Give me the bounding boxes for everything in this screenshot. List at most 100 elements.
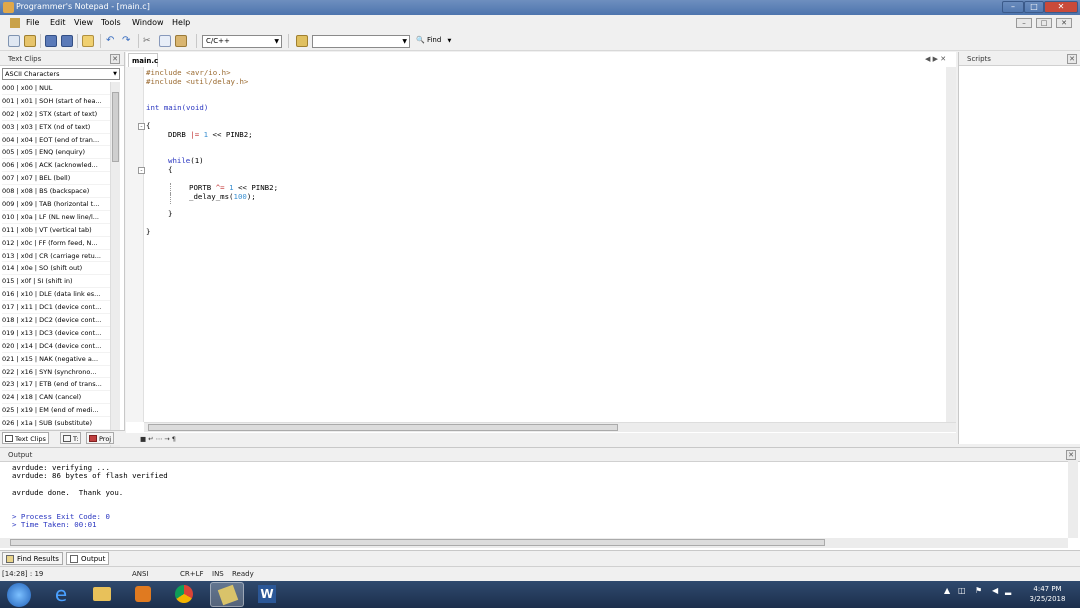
list-item[interactable]: 024 | x18 | CAN (cancel) xyxy=(2,391,110,405)
tab-projects[interactable]: Proj xyxy=(86,432,115,444)
flag-icon[interactable]: ⚑ xyxy=(975,586,982,595)
mdi-restore-button[interactable]: □ xyxy=(1036,18,1052,28)
list-item[interactable]: 012 | x0c | FF (form feed, N... xyxy=(2,237,110,250)
find-input[interactable]: ▼ xyxy=(312,35,410,48)
tab-tags[interactable]: T: xyxy=(60,432,82,444)
list-item[interactable]: 007 | x07 | BEL (bell) xyxy=(2,172,110,186)
list-item[interactable]: 023 | x17 | ETB (end of trans... xyxy=(2,378,110,392)
list-item[interactable]: 020 | x14 | DC4 (device cont... xyxy=(2,340,110,353)
list-item[interactable]: 002 | x02 | STX (start of text) xyxy=(2,108,110,121)
menu-file[interactable]: File xyxy=(26,18,39,27)
menu-help[interactable]: Help xyxy=(172,18,190,27)
minimize-button[interactable]: – xyxy=(1002,1,1024,13)
undo-icon[interactable]: ↶ xyxy=(106,35,118,47)
bottom-tabs: Find Results Output xyxy=(0,550,1080,566)
show-hidden-icons-icon[interactable]: ▲ xyxy=(944,586,950,595)
list-item[interactable]: 001 | x01 | SOH (start of hea... xyxy=(2,95,110,108)
list-item[interactable]: 021 | x15 | NAK (negative a... xyxy=(2,353,110,366)
list-item[interactable]: 004 | x04 | EOT (end of tran... xyxy=(2,134,110,147)
network-icon[interactable]: ◫ xyxy=(958,586,966,595)
volume-icon[interactable]: ◀ xyxy=(992,586,998,595)
code-line-include-delay: #include <util/delay.h> xyxy=(146,77,249,86)
scrollbar-thumb[interactable] xyxy=(148,424,618,431)
list-item[interactable]: 008 | x08 | BS (backspace) xyxy=(2,185,110,199)
list-item[interactable]: 015 | x0f | SI (shift in) xyxy=(2,275,110,289)
tab-main-c[interactable]: main.c xyxy=(128,53,158,67)
code-editor[interactable]: #include <avr/io.h> #include <util/delay… xyxy=(146,66,946,422)
chrome-icon[interactable] xyxy=(167,582,201,607)
tab-text-clips[interactable]: Text Clips xyxy=(2,432,49,444)
file-explorer-icon[interactable] xyxy=(85,582,119,607)
list-item[interactable]: 025 | x19 | EM (end of medi... xyxy=(2,404,110,418)
new-file-icon[interactable] xyxy=(8,35,20,47)
list-item[interactable]: 016 | x10 | DLE (data link es... xyxy=(2,288,110,302)
list-item[interactable]: 010 | x0a | LF (NL new line/l... xyxy=(2,211,110,224)
open-folder-icon[interactable] xyxy=(24,35,36,47)
save-icon[interactable] xyxy=(45,35,57,47)
redo-icon[interactable]: ↷ xyxy=(122,35,134,47)
toolbar-separator xyxy=(196,34,197,48)
editor-horizontal-scrollbar[interactable] xyxy=(144,422,956,432)
start-button[interactable] xyxy=(7,583,31,607)
scrollbar-thumb[interactable] xyxy=(10,539,825,546)
close-icon[interactable]: ✕ xyxy=(1066,450,1076,460)
scheme-select[interactable]: C/C++ ▼ xyxy=(202,35,282,48)
save-all-icon[interactable] xyxy=(61,35,73,47)
clips-icon[interactable] xyxy=(296,35,308,47)
scrollbar-thumb[interactable] xyxy=(112,92,119,162)
media-player-icon[interactable] xyxy=(126,582,160,607)
fold-marker-main[interactable]: - xyxy=(138,123,145,130)
list-item[interactable]: 026 | x1a | SUB (substitute) xyxy=(2,417,110,431)
menu-view[interactable]: View xyxy=(74,18,93,27)
tab-tags-label: T: xyxy=(73,435,79,443)
signal-icon[interactable]: ▂ xyxy=(1005,586,1011,595)
line-ending-status: CR+LF xyxy=(180,570,204,578)
clip-category-select[interactable]: ASCII Characters ▼ xyxy=(2,68,120,80)
toolbar-separator xyxy=(40,34,41,48)
close-icon[interactable]: ✕ xyxy=(110,54,120,64)
output-vertical-scrollbar[interactable] xyxy=(1068,460,1078,538)
copy-icon[interactable] xyxy=(159,35,171,47)
menu-window[interactable]: Window xyxy=(132,18,164,27)
list-item[interactable]: 018 | x12 | DC2 (device cont... xyxy=(2,314,110,327)
list-item[interactable]: 022 | x16 | SYN (synchrono... xyxy=(2,366,110,379)
editor-vertical-scrollbar[interactable] xyxy=(946,67,956,422)
cut-icon[interactable]: ✂ xyxy=(143,35,155,47)
list-item[interactable]: 013 | x0d | CR (carriage retu... xyxy=(2,250,110,263)
list-item[interactable]: 014 | x0e | SO (shift out) xyxy=(2,262,110,276)
output-horizontal-scrollbar[interactable] xyxy=(0,538,1068,548)
menu-edit[interactable]: Edit xyxy=(50,18,66,27)
scroll-right-icon[interactable]: ▶ xyxy=(933,55,938,63)
paste-icon[interactable] xyxy=(175,35,187,47)
code-number: 1 xyxy=(203,130,209,139)
word-icon[interactable]: W xyxy=(250,582,284,607)
internet-explorer-icon[interactable]: e xyxy=(44,582,78,607)
list-item[interactable]: 005 | x05 | ENQ (enquiry) xyxy=(2,146,110,160)
clip-list-scrollbar[interactable] xyxy=(110,82,120,479)
print-icon[interactable] xyxy=(82,35,94,47)
list-item[interactable]: 000 | x00 | NUL xyxy=(2,82,110,95)
mdi-close-button[interactable]: ✕ xyxy=(1056,18,1072,28)
find-button[interactable]: 🔍 Find ▼ xyxy=(416,36,451,44)
close-button[interactable]: ✕ xyxy=(1044,1,1078,13)
menu-tools[interactable]: Tools xyxy=(101,18,121,27)
list-item[interactable]: 019 | x13 | DC3 (device cont... xyxy=(2,327,110,340)
list-item[interactable]: 003 | x03 | ETX (nd of text) xyxy=(2,121,110,134)
clock[interactable]: 4:47 PM 3/25/2018 xyxy=(1020,584,1075,604)
close-icon[interactable]: ✕ xyxy=(1067,54,1077,64)
code-line-include-io: #include <avr/io.h> xyxy=(146,68,231,77)
programmers-notepad-taskbar-icon[interactable] xyxy=(210,582,244,607)
list-item[interactable]: 006 | x06 | ACK (acknowled... xyxy=(2,159,110,173)
tab-output[interactable]: Output xyxy=(66,552,110,565)
tab-find-results[interactable]: Find Results xyxy=(2,552,63,565)
mdi-minimize-button[interactable]: – xyxy=(1016,18,1032,28)
tab-text-clips-label: Text Clips xyxy=(15,435,46,443)
list-item[interactable]: 009 | x09 | TAB (horizontal t... xyxy=(2,198,110,211)
view-whitespace-icon[interactable]: ■ ↵ ⋯ → ¶ xyxy=(140,435,176,443)
scroll-left-icon[interactable]: ◀ xyxy=(925,55,930,63)
maximize-button[interactable]: □ xyxy=(1024,1,1044,13)
list-item[interactable]: 017 | x11 | DC1 (device cont... xyxy=(2,301,110,315)
fold-marker-while[interactable]: - xyxy=(138,167,145,174)
close-icon[interactable]: ✕ xyxy=(940,55,946,63)
list-item[interactable]: 011 | x0b | VT (vertical tab) xyxy=(2,224,110,237)
